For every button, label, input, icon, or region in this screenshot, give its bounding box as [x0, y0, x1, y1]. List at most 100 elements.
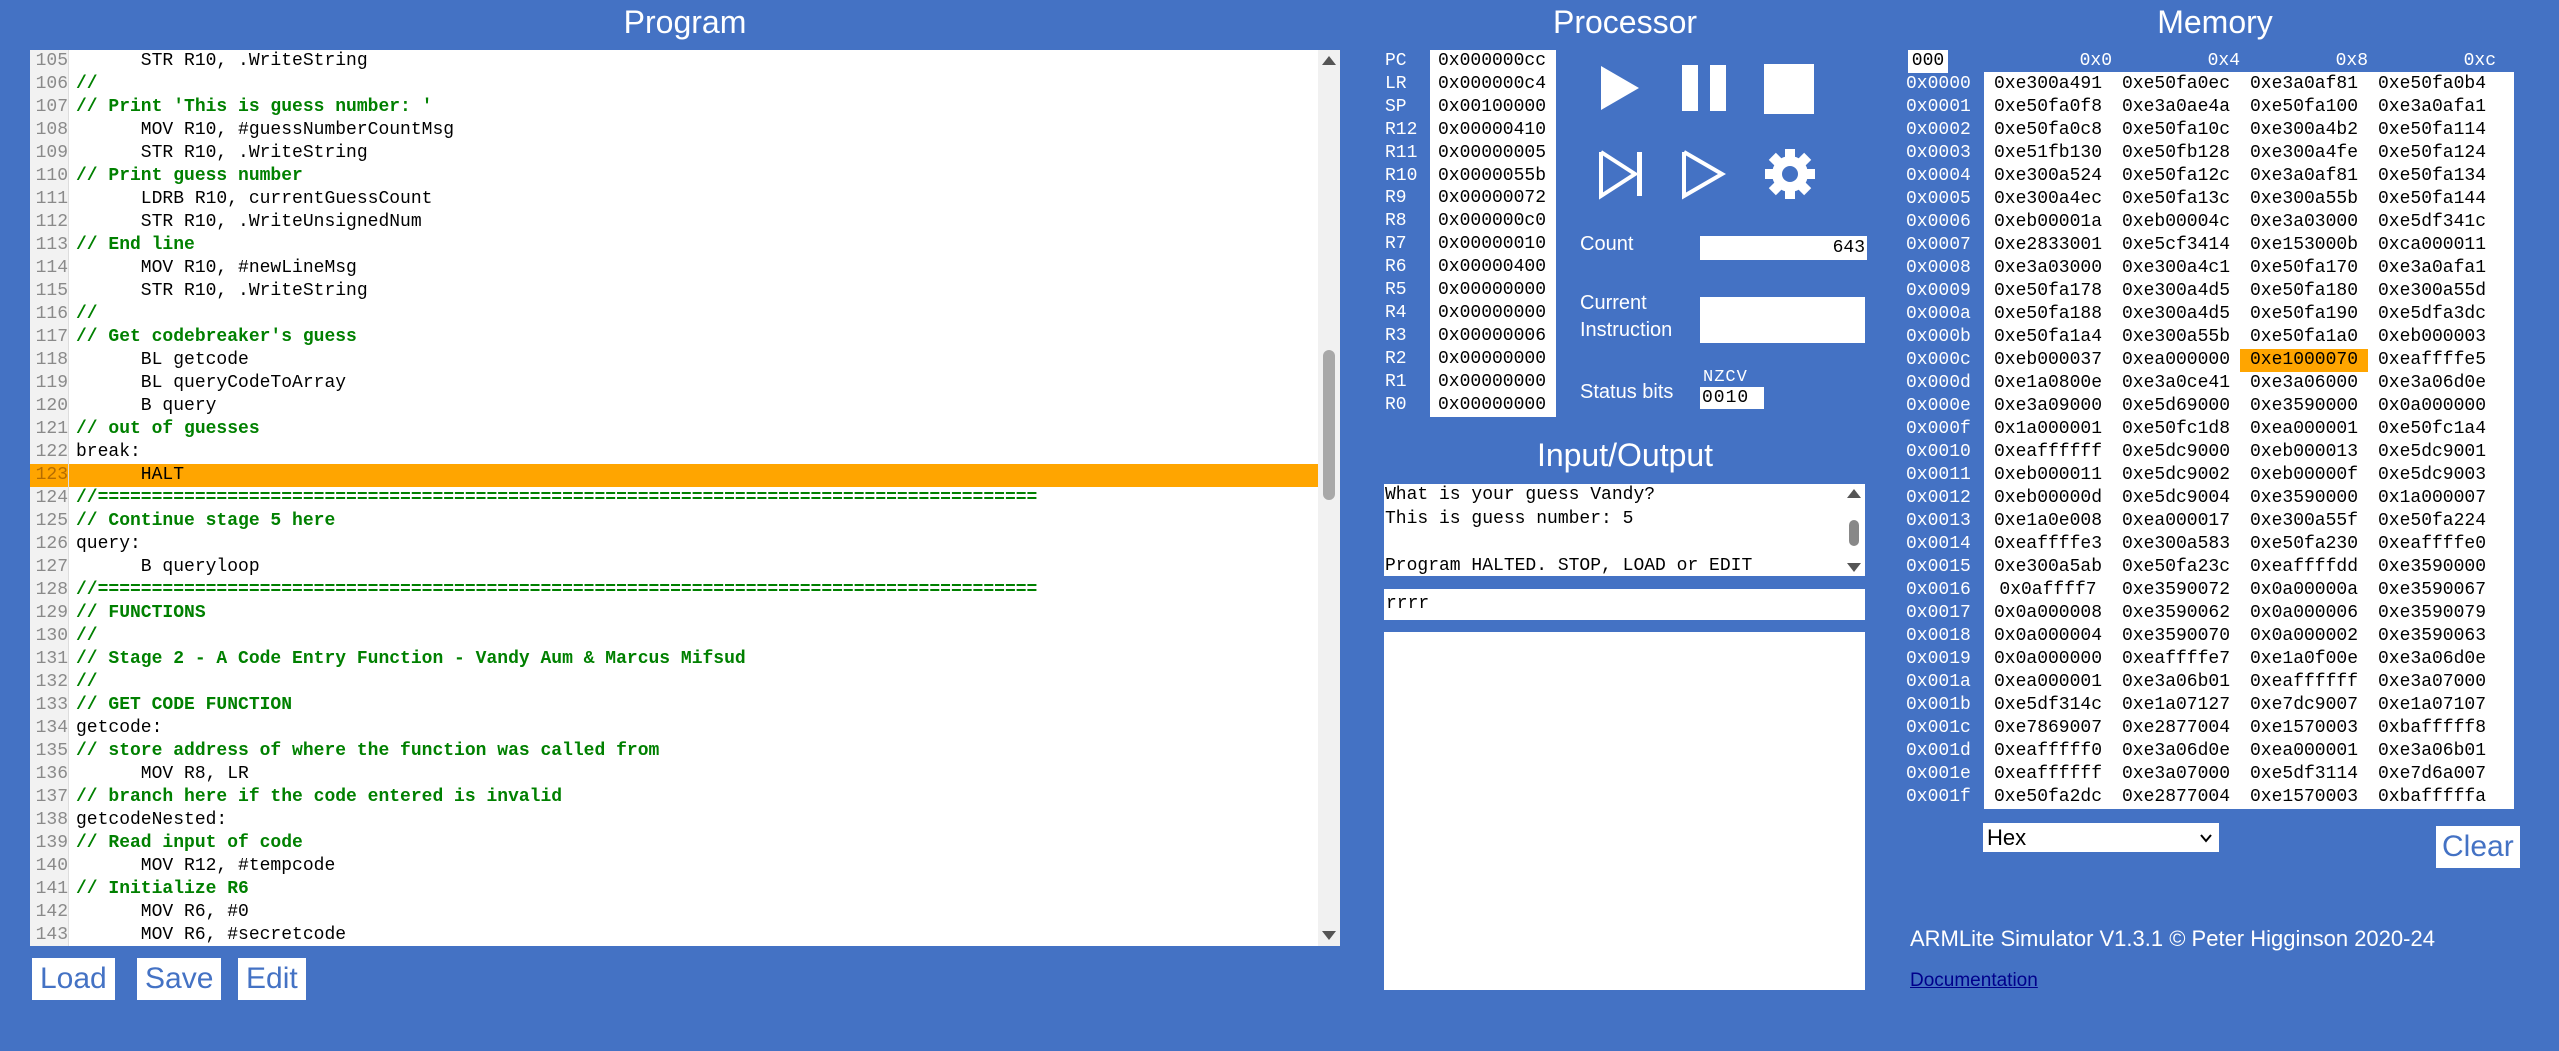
- memory-cell[interactable]: 0xe1a0800e: [1984, 372, 2112, 395]
- memory-cell[interactable]: 0xeb00000f: [2240, 464, 2368, 487]
- code-line[interactable]: 140 MOV R12, #tempcode: [30, 855, 1318, 878]
- memory-page-field[interactable]: 000: [1908, 50, 1948, 73]
- output-scroll-up-icon[interactable]: [1847, 489, 1861, 498]
- memory-cell[interactable]: 0xe5d69000: [2112, 395, 2240, 418]
- code-line[interactable]: 126 query:: [30, 533, 1318, 556]
- memory-cell[interactable]: 0xe50fb128: [2112, 142, 2240, 165]
- code-line[interactable]: 111 LDRB R10, currentGuessCount: [30, 188, 1318, 211]
- code-line[interactable]: 129 // FUNCTIONS: [30, 602, 1318, 625]
- highlighted-code-line[interactable]: 123 HALT: [30, 464, 1318, 487]
- memory-cell[interactable]: 0xeaffffe3: [1984, 533, 2112, 556]
- memory-cell[interactable]: 0xe7869007: [1984, 717, 2112, 740]
- memory-cell[interactable]: 0xe5dc9004: [2112, 487, 2240, 510]
- clear-button[interactable]: Clear: [2436, 826, 2520, 868]
- code-line[interactable]: 142 MOV R6, #0: [30, 901, 1318, 924]
- memory-cell[interactable]: 0xeb00000d: [1984, 487, 2112, 510]
- code-line[interactable]: 125 // Continue stage 5 here: [30, 510, 1318, 533]
- code-line[interactable]: 107 // Print 'This is guess number: ': [30, 96, 1318, 119]
- code-line[interactable]: 130 //: [30, 625, 1318, 648]
- code-line[interactable]: 112 STR R10, .WriteUnsignedNum: [30, 211, 1318, 234]
- memory-cell[interactable]: 0xe3a06b01: [2112, 671, 2240, 694]
- program-editor[interactable]: 105 STR R10, .WriteString 106//107// Prin…: [30, 50, 1340, 946]
- memory-cell[interactable]: 0xe3a06d0e: [2368, 372, 2496, 395]
- stop-icon[interactable]: [1764, 64, 1814, 114]
- memory-cell[interactable]: 0xe50fa12c: [2112, 165, 2240, 188]
- play-icon[interactable]: [1597, 63, 1643, 113]
- memory-cell[interactable]: 0xe50fa0ec: [2112, 73, 2240, 96]
- memory-cell[interactable]: 0xea000001: [2240, 418, 2368, 441]
- code-line[interactable]: 131 // Stage 2 - A Code Entry Function - …: [30, 648, 1318, 671]
- memory-cell[interactable]: 0xe300a583: [2112, 533, 2240, 556]
- memory-cell[interactable]: 0xe300a491: [1984, 73, 2112, 96]
- code-line[interactable]: 128 //===================================…: [30, 579, 1318, 602]
- memory-cell[interactable]: 0xeaffffe0: [2368, 533, 2496, 556]
- memory-cell[interactable]: 0xe50fa144: [2368, 188, 2496, 211]
- memory-cell[interactable]: 0xeb000037: [1984, 349, 2112, 372]
- memory-cell[interactable]: 0xe3a06000: [2240, 372, 2368, 395]
- input-field[interactable]: rrrr: [1384, 589, 1865, 620]
- memory-cell[interactable]: 0xeb00004c: [2112, 211, 2240, 234]
- memory-cell[interactable]: 0xeaffffe7: [2112, 648, 2240, 671]
- memory-cell[interactable]: 0xe3590000: [2240, 395, 2368, 418]
- memory-cell[interactable]: 0xe7d6a007: [2368, 763, 2496, 786]
- memory-cell[interactable]: 0xe50fa134: [2368, 165, 2496, 188]
- code-line[interactable]: 143 MOV R6, #secretcode: [30, 924, 1318, 946]
- code-line[interactable]: 122 break:: [30, 441, 1318, 464]
- documentation-link[interactable]: Documentation: [1910, 970, 2038, 992]
- memory-cell[interactable]: 0xe300a55b: [2112, 326, 2240, 349]
- memory-cell[interactable]: 0xe3590072: [2112, 579, 2240, 602]
- memory-cell[interactable]: 0xe3a06d0e: [2112, 740, 2240, 763]
- memory-cell[interactable]: 0xe3a07000: [2112, 763, 2240, 786]
- memory-cell[interactable]: 0xe50fa13c: [2112, 188, 2240, 211]
- memory-cell[interactable]: 0xe50fc1a4: [2368, 418, 2496, 441]
- memory-cell[interactable]: 0xe1570003: [2240, 717, 2368, 740]
- memory-cell[interactable]: 0xe3a0afa1: [2368, 96, 2496, 119]
- code-line[interactable]: 132 //: [30, 671, 1318, 694]
- memory-cell[interactable]: 0x0a000004: [1984, 625, 2112, 648]
- memory-cell[interactable]: 0xe5dc9000: [2112, 441, 2240, 464]
- memory-cell[interactable]: 0xe51fb130: [1984, 142, 2112, 165]
- memory-cell-highlighted[interactable]: 0xe1000070: [2240, 349, 2368, 372]
- code-line[interactable]: 134 getcode:: [30, 717, 1318, 740]
- code-line[interactable]: 106 //: [30, 73, 1318, 96]
- memory-cell[interactable]: 0xe50fa0c8: [1984, 119, 2112, 142]
- memory-cell[interactable]: 0xe3590067: [2368, 579, 2496, 602]
- memory-cell[interactable]: 0xe3a0af81: [2240, 73, 2368, 96]
- code-line[interactable]: 137 // branch here if the code entered is…: [30, 786, 1318, 809]
- code-line[interactable]: 136 MOV R8, LR: [30, 763, 1318, 786]
- code-line[interactable]: 135 // store address of where the functio…: [30, 740, 1318, 763]
- code-line[interactable]: 120 B query: [30, 395, 1318, 418]
- memory-cell[interactable]: 0xea000001: [1984, 671, 2112, 694]
- scroll-thumb[interactable]: [1323, 350, 1335, 500]
- memory-cell[interactable]: 0xea000001: [2240, 740, 2368, 763]
- code-line[interactable]: 119 BL queryCodeToArray: [30, 372, 1318, 395]
- settings-gear-icon[interactable]: [1764, 148, 1816, 200]
- editor-scrollbar[interactable]: [1318, 50, 1340, 946]
- output-scroll-thumb[interactable]: [1849, 520, 1859, 546]
- memory-cell[interactable]: 0x1a000001: [1984, 418, 2112, 441]
- memory-format-select[interactable]: Hex: [1983, 823, 2219, 852]
- memory-cell[interactable]: 0xe300a4fe: [2240, 142, 2368, 165]
- memory-cell[interactable]: 0xeb000011: [1984, 464, 2112, 487]
- step-icon[interactable]: [1597, 148, 1647, 200]
- memory-cell[interactable]: 0xe300a4ec: [1984, 188, 2112, 211]
- memory-cell[interactable]: 0xe50fc1d8: [2112, 418, 2240, 441]
- memory-cell[interactable]: 0xe50fa1a0: [2240, 326, 2368, 349]
- memory-cell[interactable]: 0xe50fa10c: [2112, 119, 2240, 142]
- code-line[interactable]: 109 STR R10, .WriteString: [30, 142, 1318, 165]
- code-line[interactable]: 127 B queryloop: [30, 556, 1318, 579]
- memory-cell[interactable]: 0xe7dc9007: [2240, 694, 2368, 717]
- memory-cell[interactable]: 0xe300a524: [1984, 165, 2112, 188]
- memory-cell[interactable]: 0xe50fa230: [2240, 533, 2368, 556]
- load-button[interactable]: Load: [32, 958, 115, 1000]
- memory-cell[interactable]: 0xe3a0ce41: [2112, 372, 2240, 395]
- memory-cell[interactable]: 0xe50fa190: [2240, 303, 2368, 326]
- memory-cell[interactable]: 0xe1a0e008: [1984, 510, 2112, 533]
- memory-cell[interactable]: 0xe5dfa3dc: [2368, 303, 2496, 326]
- memory-cell[interactable]: 0xe3a0afa1: [2368, 257, 2496, 280]
- memory-cell[interactable]: 0xeaffffff: [1984, 763, 2112, 786]
- memory-cell[interactable]: 0xe5df341c: [2368, 211, 2496, 234]
- memory-cell[interactable]: 0xe5dc9002: [2112, 464, 2240, 487]
- code-lines[interactable]: 105 STR R10, .WriteString 106//107// Prin…: [30, 50, 1318, 946]
- memory-cell[interactable]: 0xea000000: [2112, 349, 2240, 372]
